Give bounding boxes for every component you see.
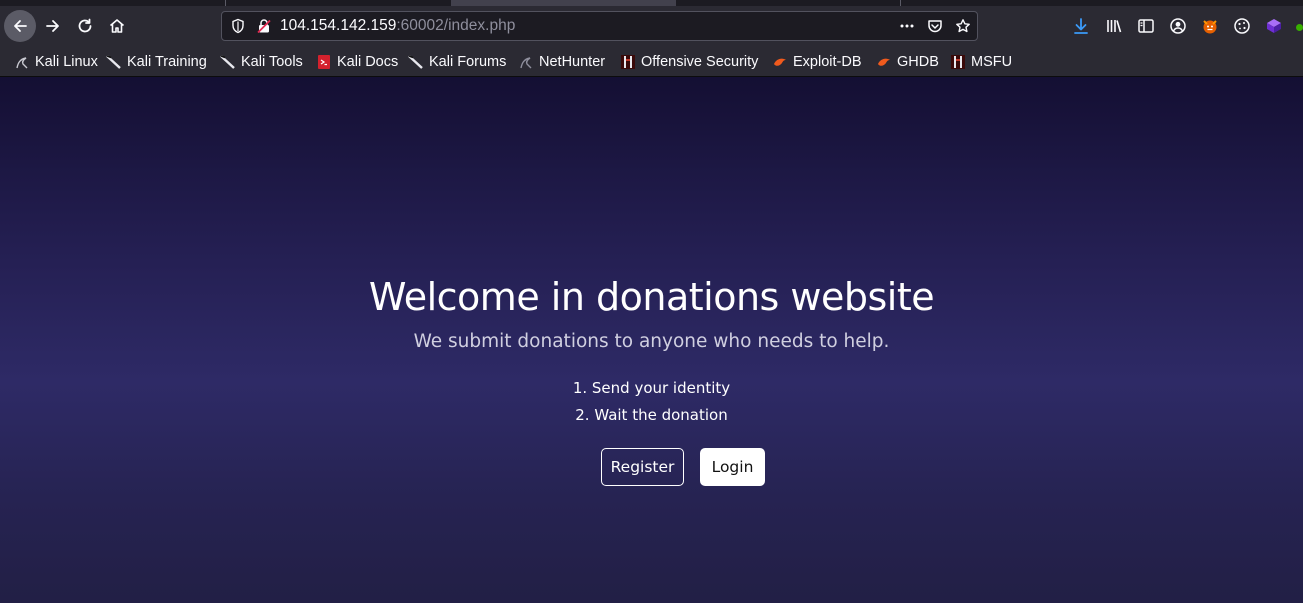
offsec-icon (620, 54, 636, 70)
account-icon (1170, 18, 1186, 34)
account-button[interactable] (1168, 16, 1188, 36)
bookmark-kali-forums[interactable]: Kali Forums (408, 52, 506, 72)
home-button[interactable] (101, 10, 133, 42)
back-button[interactable] (4, 10, 36, 42)
page-subtitle: We submit donations to anyone who needs … (413, 331, 890, 352)
bookmark-label: Kali Forums (429, 54, 507, 70)
shield-icon[interactable] (230, 18, 246, 34)
sidebar-icon (1138, 19, 1154, 33)
kali-dragon-icon (14, 54, 30, 70)
bookmark-kali-linux[interactable]: Kali Linux (14, 52, 98, 72)
downloads-button[interactable] (1071, 16, 1091, 36)
bookmarks-toolbar: Kali Linux Kali Training Kali Tools Kali… (0, 46, 1303, 77)
navigation-toolbar: 104.154.142.159:60002/index.php (0, 6, 1303, 46)
bookmark-kali-training[interactable]: Kali Training (106, 52, 207, 72)
reload-button[interactable] (69, 10, 101, 42)
extension-status-icon[interactable] (1296, 24, 1303, 31)
kali-sword-icon (220, 54, 236, 70)
url-text[interactable]: 104.154.142.159:60002/index.php (280, 17, 515, 35)
library-icon (1107, 20, 1122, 33)
bookmark-label: Kali Docs (337, 54, 399, 70)
pocket-icon[interactable] (927, 18, 943, 34)
home-icon (109, 19, 125, 33)
kali-docs-icon (316, 54, 332, 70)
bookmark-offensive-security[interactable]: Offensive Security (620, 52, 758, 72)
kali-sword-icon (408, 54, 424, 70)
bookmark-exploit-db[interactable]: Exploit-DB (772, 52, 862, 72)
kali-sword-icon (106, 54, 122, 70)
bookmark-label: Kali Training (127, 54, 207, 70)
exploitdb-icon (876, 54, 892, 70)
page-content: Welcome in donations website We submit d… (0, 77, 1303, 603)
offsec-icon (950, 54, 966, 70)
login-button[interactable]: Login (700, 448, 765, 486)
download-icon (1074, 18, 1088, 34)
bookmark-label: NetHunter (539, 54, 606, 70)
step-item: 2. Wait the donation (575, 406, 728, 424)
steps-list: 1. Send your identity 2. Wait the donati… (0, 375, 1303, 429)
bookmark-label: Kali Linux (35, 54, 98, 70)
register-button[interactable]: Register (601, 448, 684, 486)
back-icon (14, 20, 27, 32)
bookmark-star-icon[interactable] (955, 18, 971, 34)
url-path: :60002/index.php (396, 17, 516, 34)
bookmark-nethunter[interactable]: NetHunter (518, 52, 605, 72)
extension-cube-icon (1267, 19, 1281, 33)
reload-icon (78, 18, 92, 33)
kali-dragon-icon (518, 54, 534, 70)
extension-fox-icon (1203, 20, 1217, 34)
bookmark-label: Exploit-DB (793, 54, 862, 70)
insecure-lock-icon[interactable] (256, 18, 272, 34)
forward-button[interactable] (37, 10, 69, 42)
bookmark-kali-tools[interactable]: Kali Tools (220, 52, 303, 72)
url-bar[interactable]: 104.154.142.159:60002/index.php (221, 11, 978, 41)
url-host: 104.154.142.159 (280, 17, 397, 34)
bookmark-msfu[interactable]: MSFU (950, 52, 1012, 72)
bookmark-label: Kali Tools (241, 54, 303, 70)
page-actions-icon[interactable] (899, 18, 915, 34)
bookmark-kali-docs[interactable]: Kali Docs (316, 52, 398, 72)
exploitdb-icon (772, 54, 788, 70)
cookie-button[interactable] (1232, 16, 1252, 36)
extension-cube-button[interactable] (1264, 16, 1284, 36)
forward-icon (46, 20, 59, 32)
sidebar-button[interactable] (1136, 16, 1156, 36)
cookie-icon (1234, 18, 1250, 34)
page-title: Welcome in donations website (368, 275, 935, 319)
bookmark-label: Offensive Security (641, 54, 759, 70)
bookmark-label: MSFU (971, 54, 1013, 70)
bookmark-label: GHDB (897, 54, 939, 70)
library-button[interactable] (1104, 16, 1124, 36)
bookmark-ghdb[interactable]: GHDB (876, 52, 939, 72)
step-item: 1. Send your identity (572, 379, 731, 397)
extension-fox-button[interactable] (1200, 16, 1220, 36)
